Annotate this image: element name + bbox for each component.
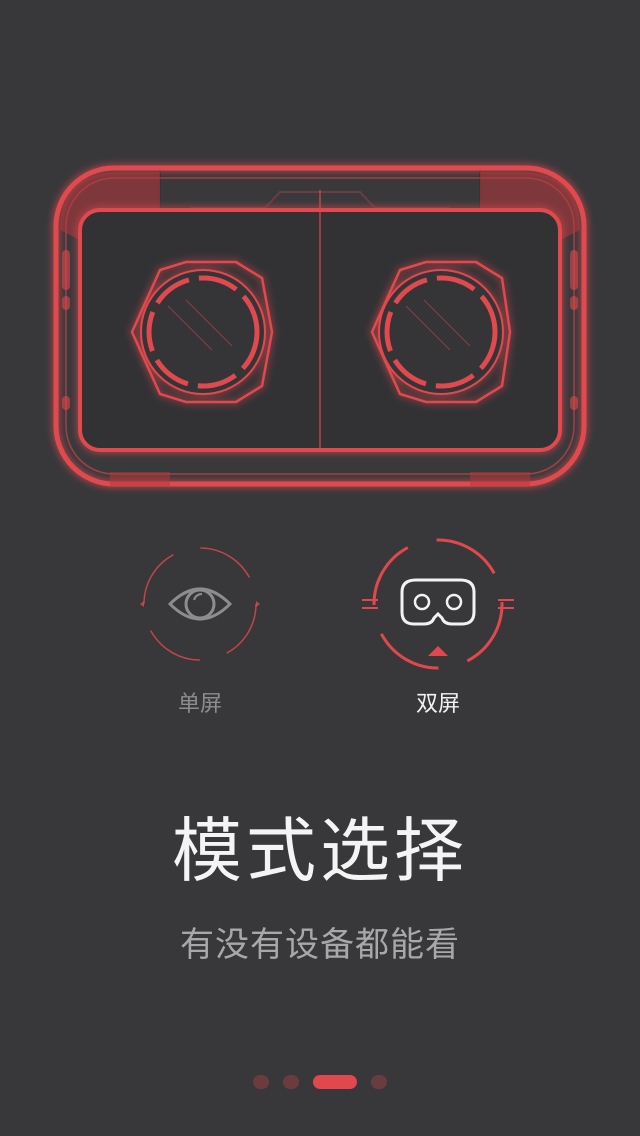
- mode-label-single: 单屏: [177, 692, 222, 717]
- page-subtitle: 有没有设备都能看: [180, 925, 460, 965]
- mode-option-single[interactable]: 单屏: [120, 530, 280, 730]
- page-title: 模式选择: [172, 810, 468, 892]
- page-dot-1[interactable]: [253, 1075, 269, 1089]
- onboarding-screen: 单屏 双屏 模式选择 有没有设备都能看: [0, 0, 640, 1136]
- eye-icon: [140, 547, 260, 661]
- page-dot-3-active[interactable]: [313, 1075, 357, 1089]
- page-dot-2[interactable]: [283, 1075, 299, 1089]
- mode-option-dual[interactable]: 双屏: [358, 530, 518, 730]
- vr-goggles-icon: [362, 538, 514, 670]
- page-indicator: [0, 1074, 640, 1090]
- selected-indicator-icon: [428, 646, 448, 656]
- page-dot-4[interactable]: [371, 1075, 387, 1089]
- vr-headset-illustration: [53, 165, 587, 487]
- mode-label-dual: 双屏: [415, 692, 460, 717]
